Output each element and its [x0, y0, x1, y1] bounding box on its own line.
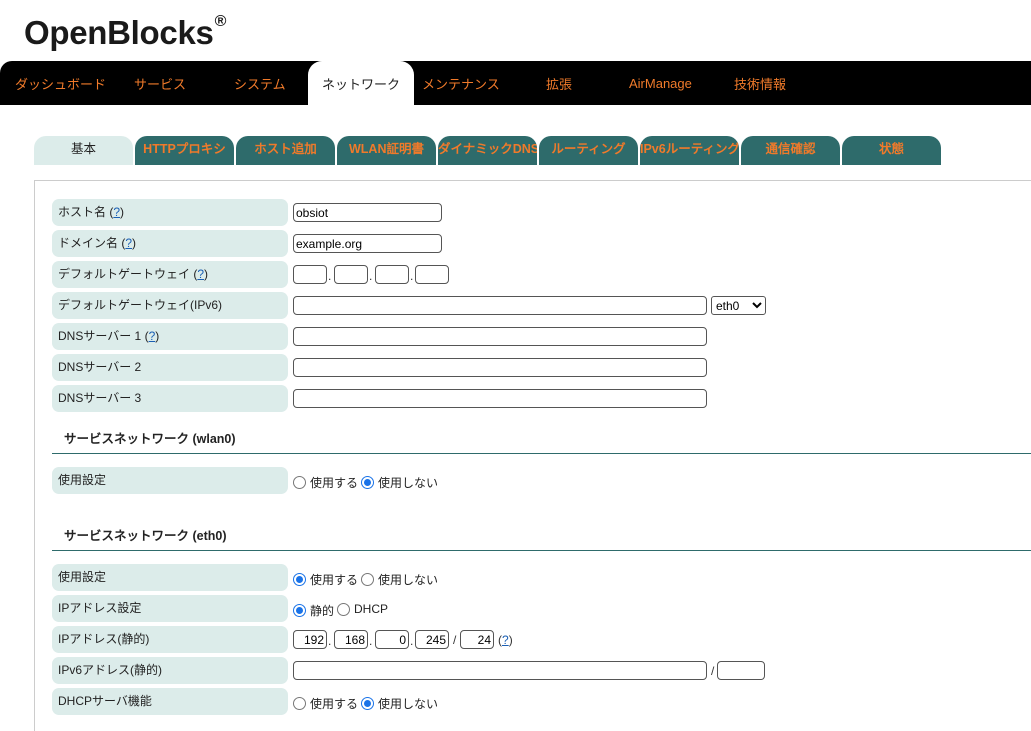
domain-help-link[interactable]: ?: [125, 236, 132, 250]
openblocks-logo: OpenBlocks®: [24, 13, 227, 51]
wlan0-usage-label: 使用設定: [52, 467, 288, 494]
eth0-section-title: サービスネットワーク (eth0): [52, 527, 1031, 551]
tab-host-add[interactable]: ホスト追加: [236, 136, 335, 165]
nav-airmanage[interactable]: AirManage: [629, 61, 692, 105]
gateway-help-link[interactable]: ?: [197, 267, 204, 281]
eth0-ipmode-dhcp-radio[interactable]: DHCP: [337, 602, 388, 616]
hostname-label: ホスト名 (?): [52, 199, 288, 226]
eth0-ip6-label: IPv6アドレス(静的): [52, 657, 288, 684]
gateway-octet-1[interactable]: [293, 265, 327, 284]
nav-network[interactable]: ネットワーク: [308, 61, 415, 105]
eth0-ip-octet-4[interactable]: [415, 630, 449, 649]
dns3-input[interactable]: [293, 389, 707, 408]
domain-label: ドメイン名 (?): [52, 230, 288, 257]
eth0-ip-octet-2[interactable]: [334, 630, 368, 649]
dns3-label: DNSサーバー 3: [52, 385, 288, 412]
domain-input[interactable]: [293, 234, 442, 253]
dns2-label: DNSサーバー 2: [52, 354, 288, 381]
tab-dynamic-dns[interactable]: ダイナミックDNS: [438, 136, 537, 165]
dns1-help-link[interactable]: ?: [149, 329, 156, 343]
nav-tech-info[interactable]: 技術情報: [734, 61, 786, 105]
tab-connectivity-check[interactable]: 通信確認: [741, 136, 840, 165]
eth0-dhcpd-label: DHCPサーバ機能: [52, 688, 288, 715]
eth0-ip6-prefix-input[interactable]: [717, 661, 765, 680]
eth0-ipmode-static-radio[interactable]: 静的: [293, 602, 334, 619]
nav-maintenance[interactable]: メンテナンス: [422, 61, 500, 105]
wlan0-usage-off-radio[interactable]: 使用しない: [361, 474, 438, 491]
tab-wlan-cert[interactable]: WLAN証明書: [337, 136, 436, 165]
gateway6-interface-select[interactable]: eth0: [711, 296, 766, 315]
gateway-octet-4[interactable]: [415, 265, 449, 284]
eth0-dhcpd-off-radio[interactable]: 使用しない: [361, 695, 438, 712]
gateway-label: デフォルトゲートウェイ (?): [52, 261, 288, 288]
eth0-dhcpd-on-radio[interactable]: 使用する: [293, 695, 358, 712]
radio-selected-icon: [293, 604, 306, 617]
radio-selected-icon: [361, 476, 374, 489]
dns1-label: DNSサーバー 1 (?): [52, 323, 288, 350]
eth0-ipmode-label: IPアドレス設定: [52, 595, 288, 622]
eth0-ip6-input[interactable]: [293, 661, 707, 680]
dns2-input[interactable]: [293, 358, 707, 377]
gateway-octet-3[interactable]: [375, 265, 409, 284]
tab-http-proxy[interactable]: HTTPプロキシ: [135, 136, 234, 165]
main-nav: ダッシュボード サービス システム ネットワーク メンテナンス 拡張 AirMa…: [0, 61, 1031, 105]
eth0-ip-label: IPアドレス(静的): [52, 626, 288, 653]
radio-circle-icon: [293, 697, 306, 710]
eth0-ip-octet-1[interactable]: [293, 630, 327, 649]
eth0-usage-label: 使用設定: [52, 564, 288, 591]
gateway6-label: デフォルトゲートウェイ(IPv6): [52, 292, 288, 319]
radio-circle-icon: [361, 573, 374, 586]
tab-routing[interactable]: ルーティング: [539, 136, 638, 165]
dns1-input[interactable]: [293, 327, 707, 346]
radio-circle-icon: [337, 602, 350, 616]
wlan0-usage-on-radio[interactable]: 使用する: [293, 474, 358, 491]
eth0-usage-on-radio[interactable]: 使用する: [293, 571, 358, 588]
tab-basic[interactable]: 基本: [34, 136, 133, 165]
hostname-help-link[interactable]: ?: [113, 205, 120, 219]
radio-selected-icon: [293, 573, 306, 586]
nav-extensions[interactable]: 拡張: [546, 61, 572, 105]
eth0-ip-help-link[interactable]: ?: [502, 633, 509, 647]
nav-system[interactable]: システム: [234, 61, 286, 105]
gateway-octet-2[interactable]: [334, 265, 368, 284]
tab-status[interactable]: 状態: [842, 136, 941, 165]
eth0-prefix-input[interactable]: [460, 630, 494, 649]
gateway6-input[interactable]: [293, 296, 707, 315]
radio-selected-icon: [361, 697, 374, 710]
wlan0-section-title: サービスネットワーク (wlan0): [52, 430, 1031, 454]
hostname-input[interactable]: [293, 203, 442, 222]
nav-services[interactable]: サービス: [134, 61, 186, 105]
eth0-ip-octet-3[interactable]: [375, 630, 409, 649]
tab-ipv6-routing[interactable]: IPv6ルーティング: [640, 136, 739, 165]
nav-dashboard[interactable]: ダッシュボード: [15, 61, 106, 105]
radio-circle-icon: [293, 476, 306, 489]
eth0-usage-off-radio[interactable]: 使用しない: [361, 571, 438, 588]
